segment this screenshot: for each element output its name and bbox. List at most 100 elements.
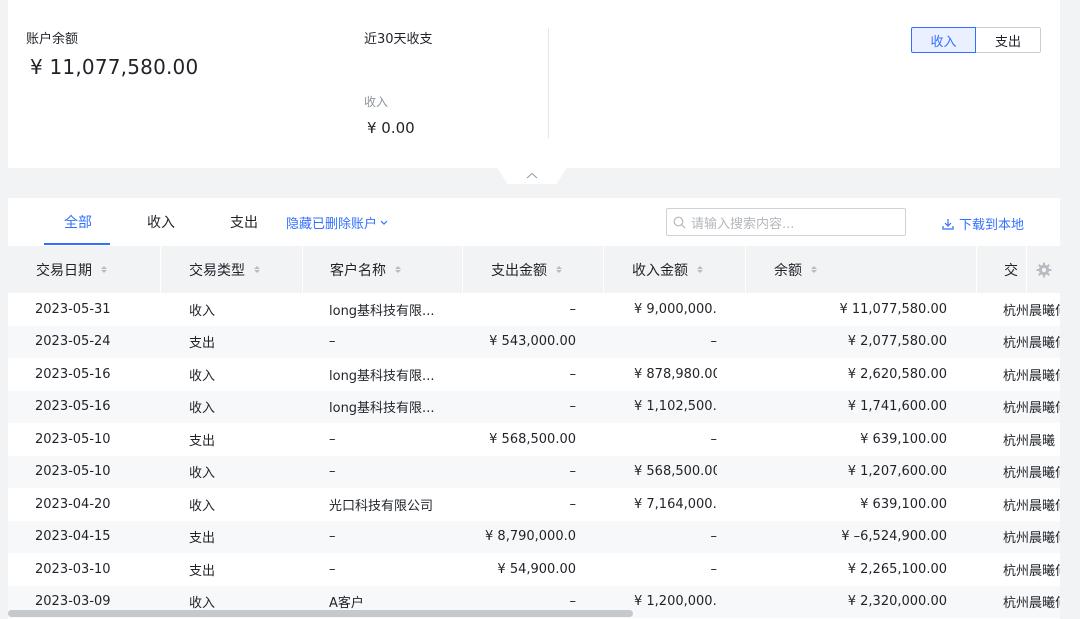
- cell-balance: ¥ 2,620,580.00: [847, 366, 947, 382]
- active-tab-indicator: [44, 243, 110, 245]
- cell-customer: –: [329, 334, 336, 350]
- cell-account: 杭州晨曦何: [1003, 303, 1060, 319]
- cell-income: ¥ 1,102,500.0: [634, 399, 717, 415]
- cell-income: ¥ 878,980.00: [634, 366, 717, 382]
- search-input[interactable]: 请输入搜索内容...: [666, 208, 906, 236]
- col-header-expense[interactable]: 支出金额: [463, 246, 604, 293]
- cell-type: 收入: [189, 303, 216, 319]
- cell-type: 支出: [189, 433, 216, 449]
- tab-all[interactable]: 全部: [64, 212, 92, 232]
- cell-date: 2023-04-15: [35, 529, 111, 545]
- cell-balance: ¥ 1,741,600.00: [847, 399, 947, 415]
- chevron-down-icon: [380, 220, 388, 225]
- download-label: 下载到本地: [959, 218, 1025, 233]
- cell-type: 收入: [189, 401, 216, 417]
- cell-customer: 光口科技有限公司: [329, 498, 434, 514]
- col-header-customer[interactable]: 客户名称: [303, 246, 463, 293]
- cell-date: 2023-03-10: [35, 561, 111, 577]
- cell-balance: ¥ 2,265,100.00: [847, 561, 947, 577]
- sort-icon[interactable]: [556, 266, 562, 273]
- cell-type: 支出: [189, 336, 216, 352]
- sort-icon[interactable]: [811, 266, 817, 273]
- collapse-summary-button[interactable]: [496, 166, 568, 184]
- search-icon: [673, 216, 686, 228]
- cell-expense: ¥ 8,790,000.0: [485, 529, 576, 545]
- account-summary-card: 账户余额 ¥ 11,077,580.00 近30天收支 收入 ¥ 0.00 收入…: [8, 0, 1060, 168]
- cell-balance: ¥ 639,100.00: [860, 496, 947, 512]
- column-settings-button[interactable]: [1027, 246, 1060, 293]
- cell-expense: –: [569, 366, 577, 382]
- tab-expense[interactable]: 支出: [230, 212, 258, 232]
- download-button[interactable]: 下载到本地: [942, 214, 1024, 233]
- cell-balance: ¥ –6,524,900.00: [841, 529, 947, 545]
- cell-date: 2023-05-10: [35, 431, 111, 447]
- cell-type: 支出: [189, 531, 216, 547]
- period-label: 近30天收支: [364, 32, 433, 47]
- hide-deleted-accounts-dropdown[interactable]: 隐藏已删除账户: [286, 213, 388, 232]
- table-row[interactable]: 2023-05-31 收入 long基科技有限... – ¥ 9,000,000.0 ¥ …: [8, 293, 1060, 326]
- cell-type: 收入: [189, 466, 216, 482]
- table-row[interactable]: 2023-03-10 支出 – ¥ 54,900.00 – ¥ 2,265,100.00 杭…: [8, 553, 1060, 586]
- table-row[interactable]: 2023-05-16 收入 long基科技有限... – ¥ 878,980.00 ¥ 2…: [8, 358, 1060, 391]
- cell-date: 2023-05-16: [35, 399, 111, 415]
- col-header-date[interactable]: 交易日期: [8, 246, 161, 293]
- col-header-account[interactable]: 交: [977, 246, 1027, 293]
- cell-account: 杭州晨曦何: [1003, 498, 1060, 514]
- table-row[interactable]: 2023-04-20 收入 光口科技有限公司 – ¥ 7,164,000.0 ¥ 639,…: [8, 488, 1060, 521]
- col-header-balance[interactable]: 余额: [746, 246, 977, 293]
- cell-type: 收入: [189, 368, 216, 384]
- cell-balance: ¥ 1,207,600.00: [847, 464, 947, 480]
- table-header: 交易日期 交易类型 客户名称 支出金额 收入金额 余额 交: [8, 246, 1060, 293]
- period-income-label: 收入: [364, 95, 389, 109]
- cell-account: 杭州晨曦: [1003, 433, 1056, 449]
- cell-account: 杭州晨曦何: [1003, 563, 1060, 579]
- filter-tabs: 全部 收入 支出 隐藏已删除账户 请输入搜索内容... 下载到本地: [8, 198, 1060, 246]
- cell-customer: long基科技有限...: [329, 368, 435, 384]
- cell-income: ¥ 7,164,000.0: [634, 496, 717, 512]
- sort-icon[interactable]: [697, 266, 703, 273]
- cell-balance: ¥ 11,077,580.00: [839, 301, 947, 317]
- cell-customer: –: [329, 431, 336, 447]
- cell-account: 杭州晨曦何: [1003, 466, 1060, 482]
- cell-expense: –: [569, 496, 577, 512]
- col-header-type[interactable]: 交易类型: [161, 246, 303, 293]
- cell-account: 杭州晨曦何: [1003, 531, 1060, 547]
- cell-balance: ¥ 639,100.00: [860, 431, 947, 447]
- transactions-table-body: 2023-05-31 收入 long基科技有限... – ¥ 9,000,000.0 ¥ …: [8, 293, 1060, 618]
- gear-icon: [1036, 262, 1051, 277]
- table-row[interactable]: 2023-05-10 支出 – ¥ 568,500.00 – ¥ 639,100.00 杭州…: [8, 423, 1060, 456]
- table-row[interactable]: 2023-04-15 支出 – ¥ 8,790,000.0 – ¥ –6,524,900.…: [8, 520, 1060, 553]
- cell-customer: –: [329, 561, 336, 577]
- balance-value: ¥ 11,077,580.00: [30, 55, 199, 79]
- transactions-panel: 全部 收入 支出 隐藏已删除账户 请输入搜索内容... 下载到本地 交易日期 交…: [8, 198, 1060, 619]
- sort-icon[interactable]: [254, 266, 260, 273]
- cell-expense: ¥ 568,500.00: [489, 431, 576, 447]
- table-row[interactable]: 2023-05-16 收入 long基科技有限... – ¥ 1,102,500.0 ¥ …: [8, 390, 1060, 423]
- horizontal-scrollbar[interactable]: [8, 610, 1060, 617]
- balance-label: 账户余额: [26, 32, 79, 47]
- sort-icon[interactable]: [395, 266, 401, 273]
- sort-icon[interactable]: [101, 266, 107, 273]
- cell-customer: –: [329, 464, 336, 480]
- toggle-expense-button[interactable]: 支出: [976, 27, 1041, 53]
- cell-date: 2023-04-20: [35, 496, 111, 512]
- horizontal-scrollbar-thumb[interactable]: [8, 610, 633, 617]
- table-row[interactable]: 2023-05-24 支出 – ¥ 543,000.00 – ¥ 2,077,580.00…: [8, 325, 1060, 358]
- toggle-income-button[interactable]: 收入: [911, 27, 976, 53]
- cell-expense: –: [569, 301, 577, 317]
- cell-account: 杭州晨曦何: [1003, 368, 1060, 384]
- cell-account: 杭州晨曦何: [1003, 401, 1060, 417]
- cell-balance: ¥ 2,077,580.00: [847, 334, 947, 350]
- cell-expense: ¥ 543,000.00: [489, 334, 576, 350]
- tab-income[interactable]: 收入: [147, 212, 175, 232]
- download-icon: [942, 218, 954, 230]
- cell-customer: –: [329, 529, 336, 545]
- cell-date: 2023-05-16: [35, 366, 111, 382]
- col-header-income[interactable]: 收入金额: [604, 246, 746, 293]
- income-expense-toggle: 收入 支出: [911, 27, 1041, 53]
- cell-account: 杭州晨曦何: [1003, 336, 1060, 352]
- chevron-up-icon: [526, 172, 538, 178]
- cell-expense: –: [569, 399, 577, 415]
- cell-date: 2023-05-24: [35, 334, 111, 350]
- table-row[interactable]: 2023-05-10 收入 – – ¥ 568,500.00 ¥ 1,207,600.00…: [8, 455, 1060, 488]
